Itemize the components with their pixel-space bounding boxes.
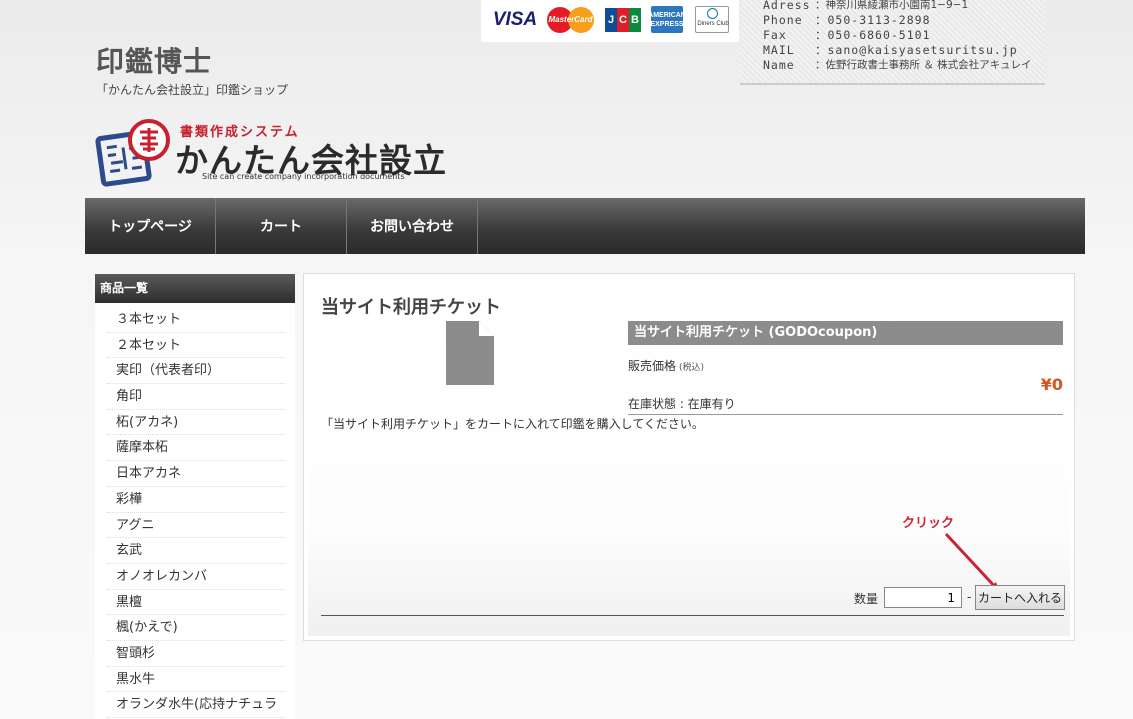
sidebar-heading: 商品一覧 xyxy=(95,274,295,303)
category-item[interactable]: 黒檀 xyxy=(107,590,285,616)
product-title: 当サイト利用チケット xyxy=(321,297,501,318)
category-item[interactable]: 実印（代表者印） xyxy=(107,358,285,385)
main-navigation: トップページ カート お問い合わせ xyxy=(85,198,1085,254)
quantity-label: 数量 xyxy=(854,592,879,606)
seal-stamp-icon[interactable] xyxy=(94,118,174,190)
product-panel-inner: 当サイト利用チケット 当サイト利用チケット (GODOcoupon) 販売価格(… xyxy=(308,278,1070,636)
price-label: 販売価格 (税込) xyxy=(628,357,704,374)
product-panel: 当サイト利用チケット 当サイト利用チケット (GODOcoupon) 販売価格(… xyxy=(303,273,1075,641)
name-label: Name xyxy=(763,58,795,72)
category-sidebar: 商品一覧 ３本セット ２本セット 実印（代表者印） 角印 柘(アカネ) 薩摩本柘… xyxy=(95,274,295,719)
visa-card-logo: VISA xyxy=(492,8,538,30)
mail-label: MAIL xyxy=(763,43,795,57)
phone-label: Phone xyxy=(763,13,803,27)
mastercard-label: MasterCard xyxy=(548,15,593,24)
nav-item-contact[interactable]: お問い合わせ xyxy=(347,198,478,254)
fax-value: ：050-6860-5101 xyxy=(815,28,931,42)
product-detail-heading: 当サイト利用チケット (GODOcoupon) xyxy=(628,321,1063,345)
jcb-card-logo: JCB xyxy=(605,6,641,33)
name-value: ：佐野行政書士事務所 ＆ 株式会社アキュレイ xyxy=(815,59,1032,71)
amex-card-logo: AMERICAN EXPRESS xyxy=(648,6,686,33)
tax-note: (税込) xyxy=(679,363,705,373)
mail-value: ：sano@kaisyasetsuritsu.jp xyxy=(815,43,1018,57)
address-value: ：神奈川県綾瀬市小園南1−9−1 xyxy=(815,0,969,11)
category-item[interactable]: オランダ水牛(応持ナチュラ xyxy=(107,692,285,718)
diners-club-label: Diners Club xyxy=(697,21,729,27)
category-item[interactable]: 智頭杉 xyxy=(107,641,285,667)
category-item[interactable]: ３本セット xyxy=(107,307,285,333)
divider xyxy=(321,615,1064,616)
site-title[interactable]: 印鑑博士 xyxy=(96,40,212,80)
category-item[interactable]: 彩樺 xyxy=(107,487,285,513)
address-label: Adress xyxy=(763,0,811,12)
quantity-input[interactable] xyxy=(884,587,962,608)
category-item[interactable]: 黒水牛 xyxy=(107,667,285,693)
add-to-cart-button[interactable]: カートへ入れる xyxy=(975,585,1065,610)
diners-club-card-logo: Diners Club xyxy=(695,6,729,33)
category-item[interactable]: オノオレカンバ xyxy=(107,564,285,590)
category-item[interactable]: 角印 xyxy=(107,384,285,410)
mastercard-logo: MasterCard xyxy=(547,6,594,33)
category-item[interactable]: 楓(かえで) xyxy=(107,615,285,641)
product-description: 「当サイト利用チケット」をカートに入れて印鑑を購入してください。 xyxy=(321,417,704,431)
category-item[interactable]: 薩摩本柘 xyxy=(107,435,285,462)
category-item[interactable]: アグニ xyxy=(107,513,285,539)
payment-cards: VISA MasterCard JCB AMERICAN EXPRESS Din… xyxy=(481,0,739,42)
site-tagline: 「かんたん会社設立」印鑑ショップ xyxy=(96,83,289,97)
quantity-separator: - xyxy=(967,590,972,604)
category-item[interactable]: 玄武 xyxy=(107,538,285,564)
fax-label: Fax xyxy=(763,28,787,42)
category-list: ３本セット ２本セット 実印（代表者印） 角印 柘(アカネ) 薩摩本柘 日本アカ… xyxy=(95,303,295,718)
price-label-text: 販売価格 xyxy=(628,359,677,373)
category-item[interactable]: ２本セット xyxy=(107,333,285,359)
category-item[interactable]: 柘(アカネ) xyxy=(107,410,285,436)
contact-info: Adress ：神奈川県綾瀬市小園南1−9−1 Phone ：050-3113-… xyxy=(740,0,1045,85)
document-icon[interactable] xyxy=(446,321,496,385)
logo-english-caption: Site can create company incorporation do… xyxy=(202,172,405,181)
click-annotation: クリック xyxy=(902,516,955,531)
nav-item-top-page[interactable]: トップページ xyxy=(85,198,216,254)
category-item[interactable]: 日本アカネ xyxy=(107,461,285,487)
nav-item-cart[interactable]: カート xyxy=(216,198,347,254)
price-value: ¥0 xyxy=(1040,375,1063,394)
phone-value: ：050-3113-2898 xyxy=(815,13,931,27)
stock-status: 在庫状態 : 在庫有り xyxy=(628,395,1063,415)
